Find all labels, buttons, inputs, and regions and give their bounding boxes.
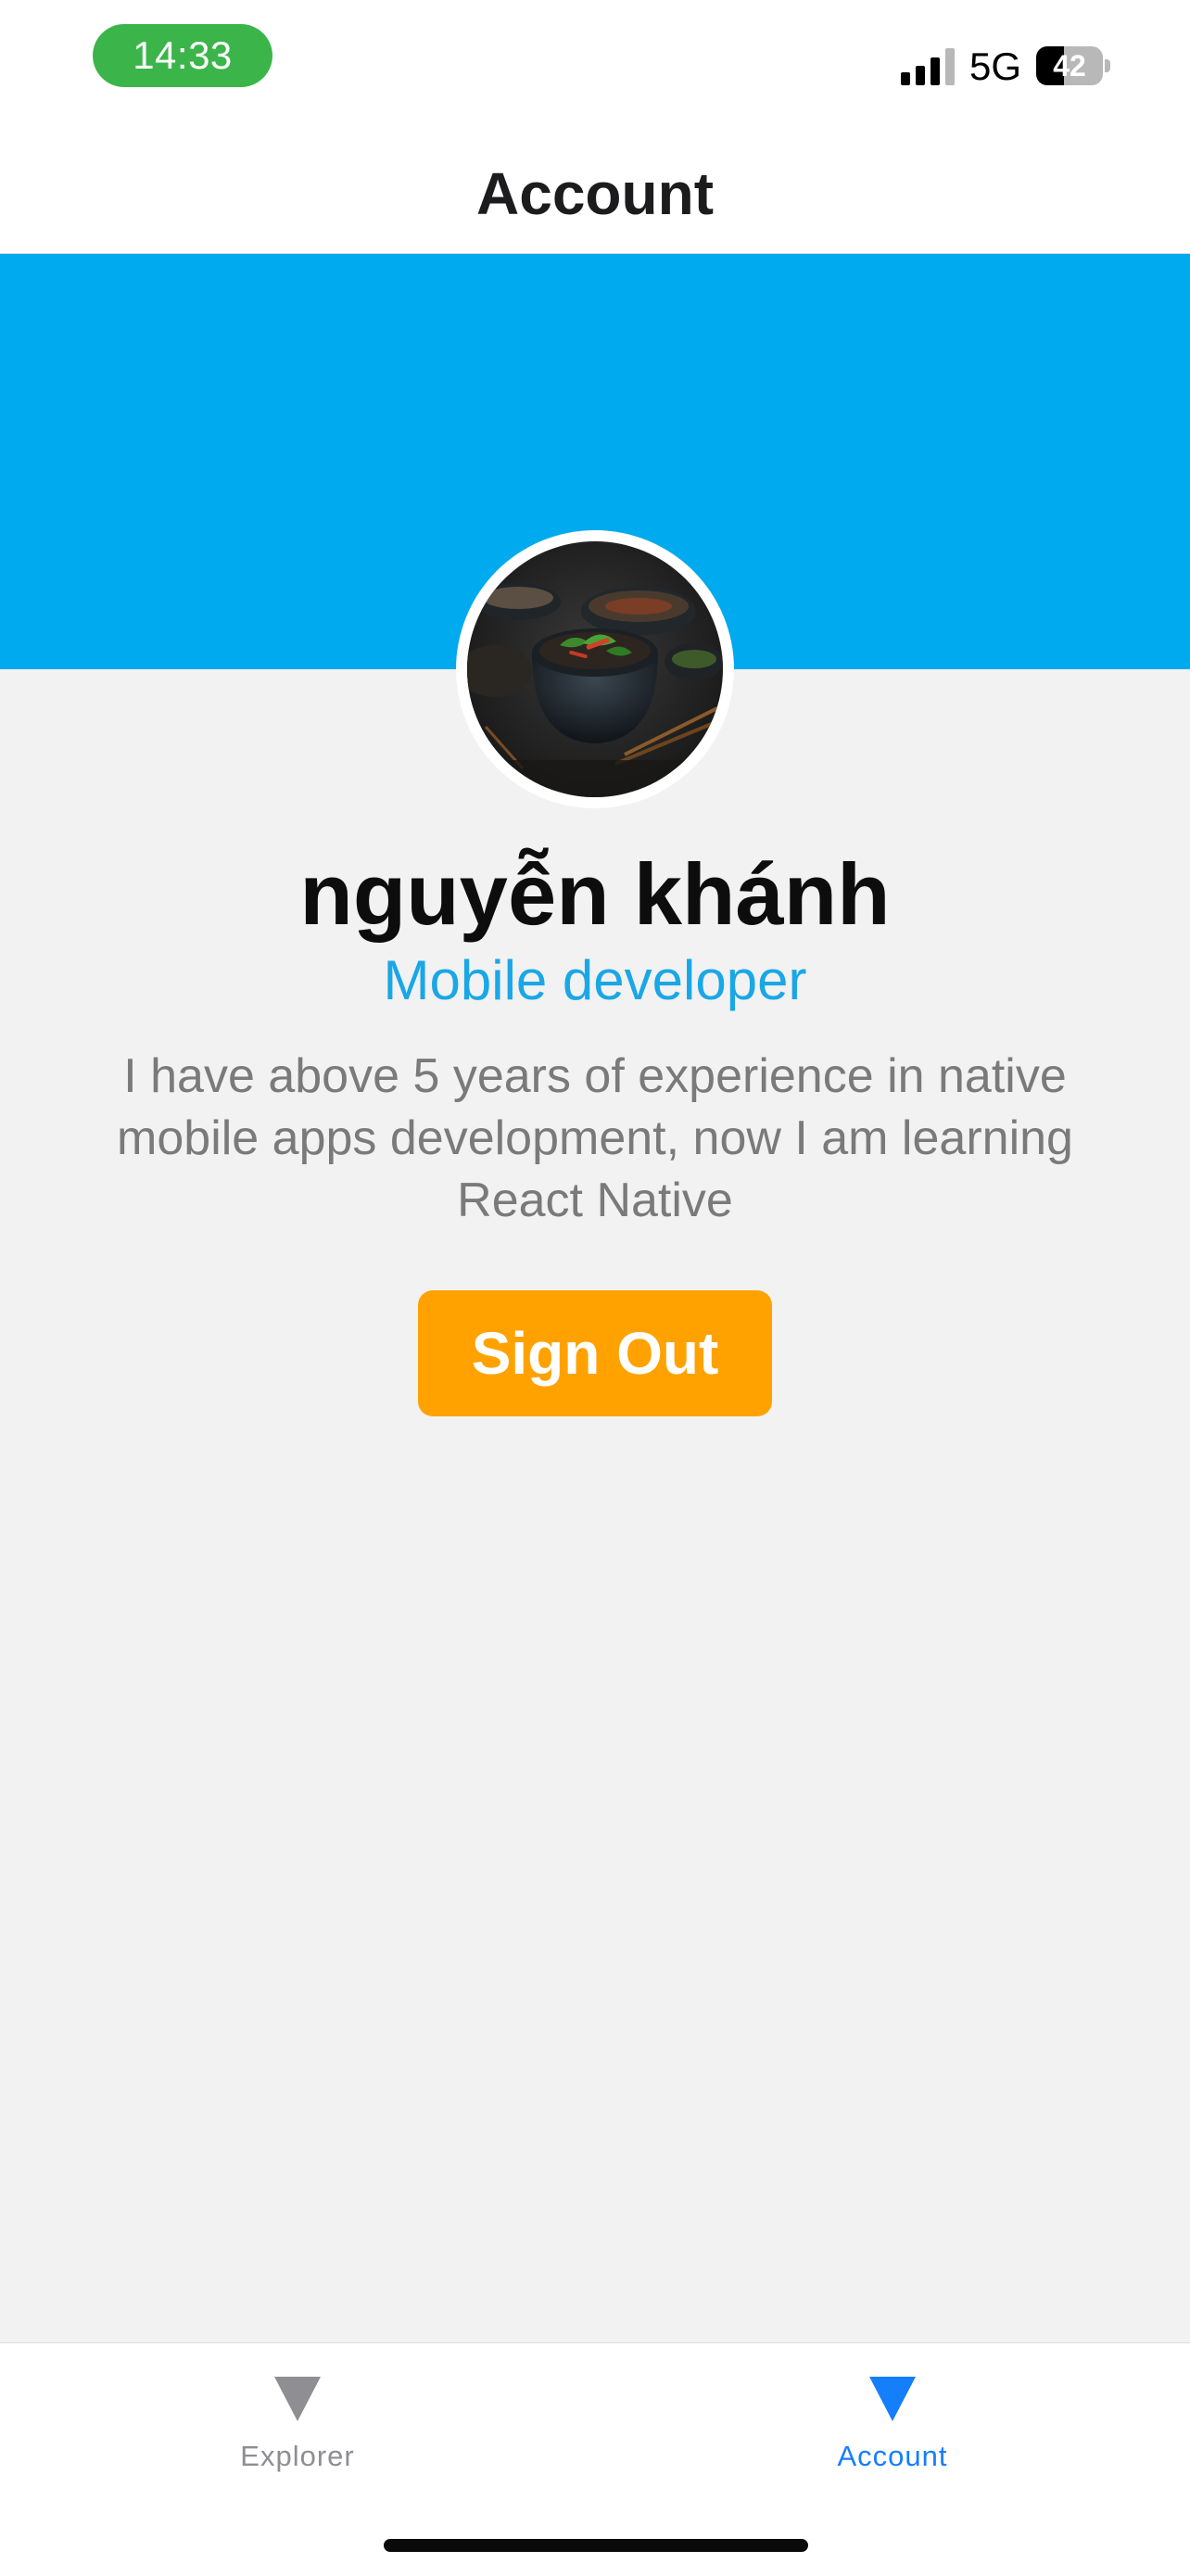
- tab-label: Explorer: [240, 2440, 355, 2472]
- home-indicator: [384, 2539, 808, 2552]
- tab-explorer[interactable]: Explorer: [0, 2343, 595, 2492]
- sign-out-button[interactable]: Sign Out: [418, 1290, 772, 1416]
- status-time: 14:33: [93, 24, 272, 87]
- triangle-down-icon: [274, 2377, 321, 2421]
- network-type: 5G: [969, 44, 1022, 88]
- tab-label: Account: [837, 2440, 948, 2472]
- avatar-photo: [467, 541, 723, 797]
- avatar: [456, 530, 734, 808]
- tab-account[interactable]: Account: [595, 2343, 1190, 2492]
- profile-bio: I have above 5 years of experience in na…: [117, 1049, 1073, 1227]
- profile-name: nguyễn khánh: [299, 845, 891, 943]
- page-title: Account: [476, 160, 714, 227]
- cellular-signal-icon: [901, 48, 955, 85]
- status-bar: 14:33 5G 42: [0, 0, 1190, 121]
- profile-role: Mobile developer: [383, 949, 807, 1011]
- battery-level: 42: [1053, 49, 1086, 82]
- navigation-header: Account: [0, 121, 1190, 254]
- battery-icon: 42: [1036, 46, 1110, 85]
- triangle-down-icon: [869, 2377, 916, 2421]
